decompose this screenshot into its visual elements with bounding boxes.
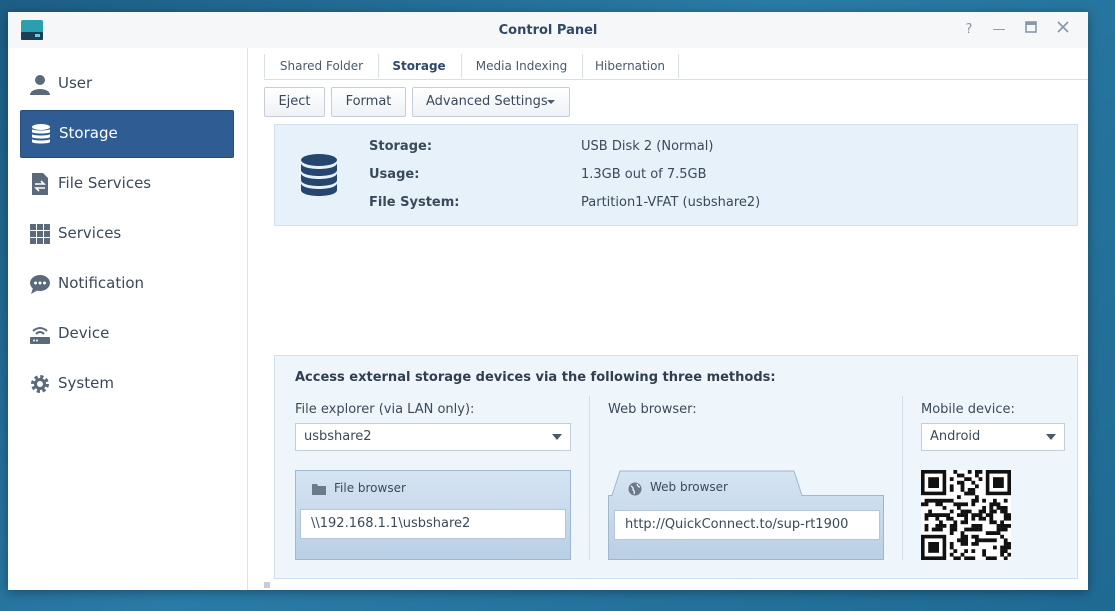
tab-storage[interactable]: Storage xyxy=(377,54,462,78)
column-divider xyxy=(902,396,903,560)
sidebar-item-label: System xyxy=(58,374,114,392)
eject-button[interactable]: Eject xyxy=(264,87,325,117)
web-browser-title: Web browser xyxy=(650,480,728,494)
storage-icon xyxy=(301,154,337,196)
device-icon xyxy=(30,327,50,344)
column-divider xyxy=(589,396,590,560)
file-explorer-select[interactable]: usbshare2 xyxy=(295,423,571,451)
tab-bar: Shared Folder Storage Media Indexing Hib… xyxy=(264,48,1088,80)
usage-label: Usage: xyxy=(369,167,420,182)
close-icon xyxy=(1057,21,1069,33)
file-browser-box: File browser \\192.168.1.1\usbshare2 xyxy=(295,470,571,560)
sidebar: User Storage File Services Services Noti… xyxy=(8,48,248,590)
tab-hibernation[interactable]: Hibernation xyxy=(582,54,679,78)
chevron-down-icon xyxy=(547,100,555,104)
maximize-button[interactable] xyxy=(1022,21,1040,39)
services-grid-icon xyxy=(30,224,50,244)
sidebar-item-storage[interactable]: Storage xyxy=(20,110,234,158)
file-system-label: File System: xyxy=(369,195,460,210)
format-button[interactable]: Format xyxy=(331,87,406,117)
close-button[interactable] xyxy=(1054,21,1072,39)
web-browser-url: http://QuickConnect.to/sup-rt1900 xyxy=(625,517,849,532)
chevron-down-icon xyxy=(552,434,562,440)
sidebar-item-label: Storage xyxy=(59,124,118,142)
access-title: Access external storage devices via the … xyxy=(295,370,776,385)
minimize-button[interactable]: — xyxy=(990,21,1008,39)
sidebar-item-notification[interactable]: Notification xyxy=(20,261,232,307)
file-browser-path-field[interactable]: \\192.168.1.1\usbshare2 xyxy=(300,509,566,539)
title-bar[interactable]: Control Panel ? — xyxy=(8,12,1088,48)
file-system-value: Partition1-VFAT (usbshare2) xyxy=(581,195,761,210)
storage-label: Storage: xyxy=(369,139,433,154)
sidebar-item-file-services[interactable]: File Services xyxy=(20,161,232,207)
sidebar-item-label: Device xyxy=(58,324,110,342)
sidebar-item-user[interactable]: User xyxy=(20,61,232,107)
tab-shared-folder[interactable]: Shared Folder xyxy=(264,54,379,78)
globe-icon xyxy=(628,482,642,496)
sidebar-item-system[interactable]: System xyxy=(20,361,232,407)
maximize-icon xyxy=(1025,21,1037,33)
window-title: Control Panel xyxy=(498,23,598,38)
qr-code-icon xyxy=(921,470,1011,560)
web-browser-label: Web browser: xyxy=(608,402,697,417)
tab-media-indexing[interactable]: Media Indexing xyxy=(461,54,583,78)
sidebar-item-device[interactable]: Device xyxy=(20,311,232,357)
resize-handle[interactable] xyxy=(264,582,270,588)
sidebar-item-label: File Services xyxy=(58,174,152,192)
file-explorer-selected: usbshare2 xyxy=(304,429,372,444)
usage-value: 1.3GB out of 7.5GB xyxy=(581,167,707,182)
folder-icon xyxy=(312,484,326,495)
mobile-device-selected: Android xyxy=(930,429,981,444)
file-services-icon xyxy=(32,173,48,195)
user-icon xyxy=(30,75,50,95)
access-methods-panel: Access external storage devices via the … xyxy=(274,355,1078,579)
advanced-settings-button[interactable]: Advanced Settings xyxy=(412,87,570,117)
mobile-device-select[interactable]: Android xyxy=(921,423,1065,451)
file-browser-path: \\192.168.1.1\usbshare2 xyxy=(311,516,471,531)
advanced-settings-label: Advanced Settings xyxy=(426,94,548,109)
sidebar-item-label: User xyxy=(58,74,93,92)
sidebar-item-label: Services xyxy=(58,224,122,242)
storage-info-panel: Storage: USB Disk 2 (Normal) Usage: 1.3G… xyxy=(274,124,1078,226)
mobile-device-label: Mobile device: xyxy=(921,402,1015,417)
gear-icon xyxy=(31,375,49,393)
sidebar-item-services[interactable]: Services xyxy=(20,211,232,257)
control-panel-window: Control Panel ? — User Storage File Serv… xyxy=(8,12,1088,590)
storage-icon xyxy=(32,124,50,144)
notification-icon xyxy=(30,275,50,294)
web-browser-url-field[interactable]: http://QuickConnect.to/sup-rt1900 xyxy=(614,510,880,540)
chevron-down-icon xyxy=(1046,434,1056,440)
sidebar-item-label: Notification xyxy=(58,274,145,292)
help-button[interactable]: ? xyxy=(960,21,978,39)
file-browser-title: File browser xyxy=(334,481,406,495)
storage-value: USB Disk 2 (Normal) xyxy=(581,139,714,154)
file-explorer-label: File explorer (via LAN only): xyxy=(295,402,475,417)
